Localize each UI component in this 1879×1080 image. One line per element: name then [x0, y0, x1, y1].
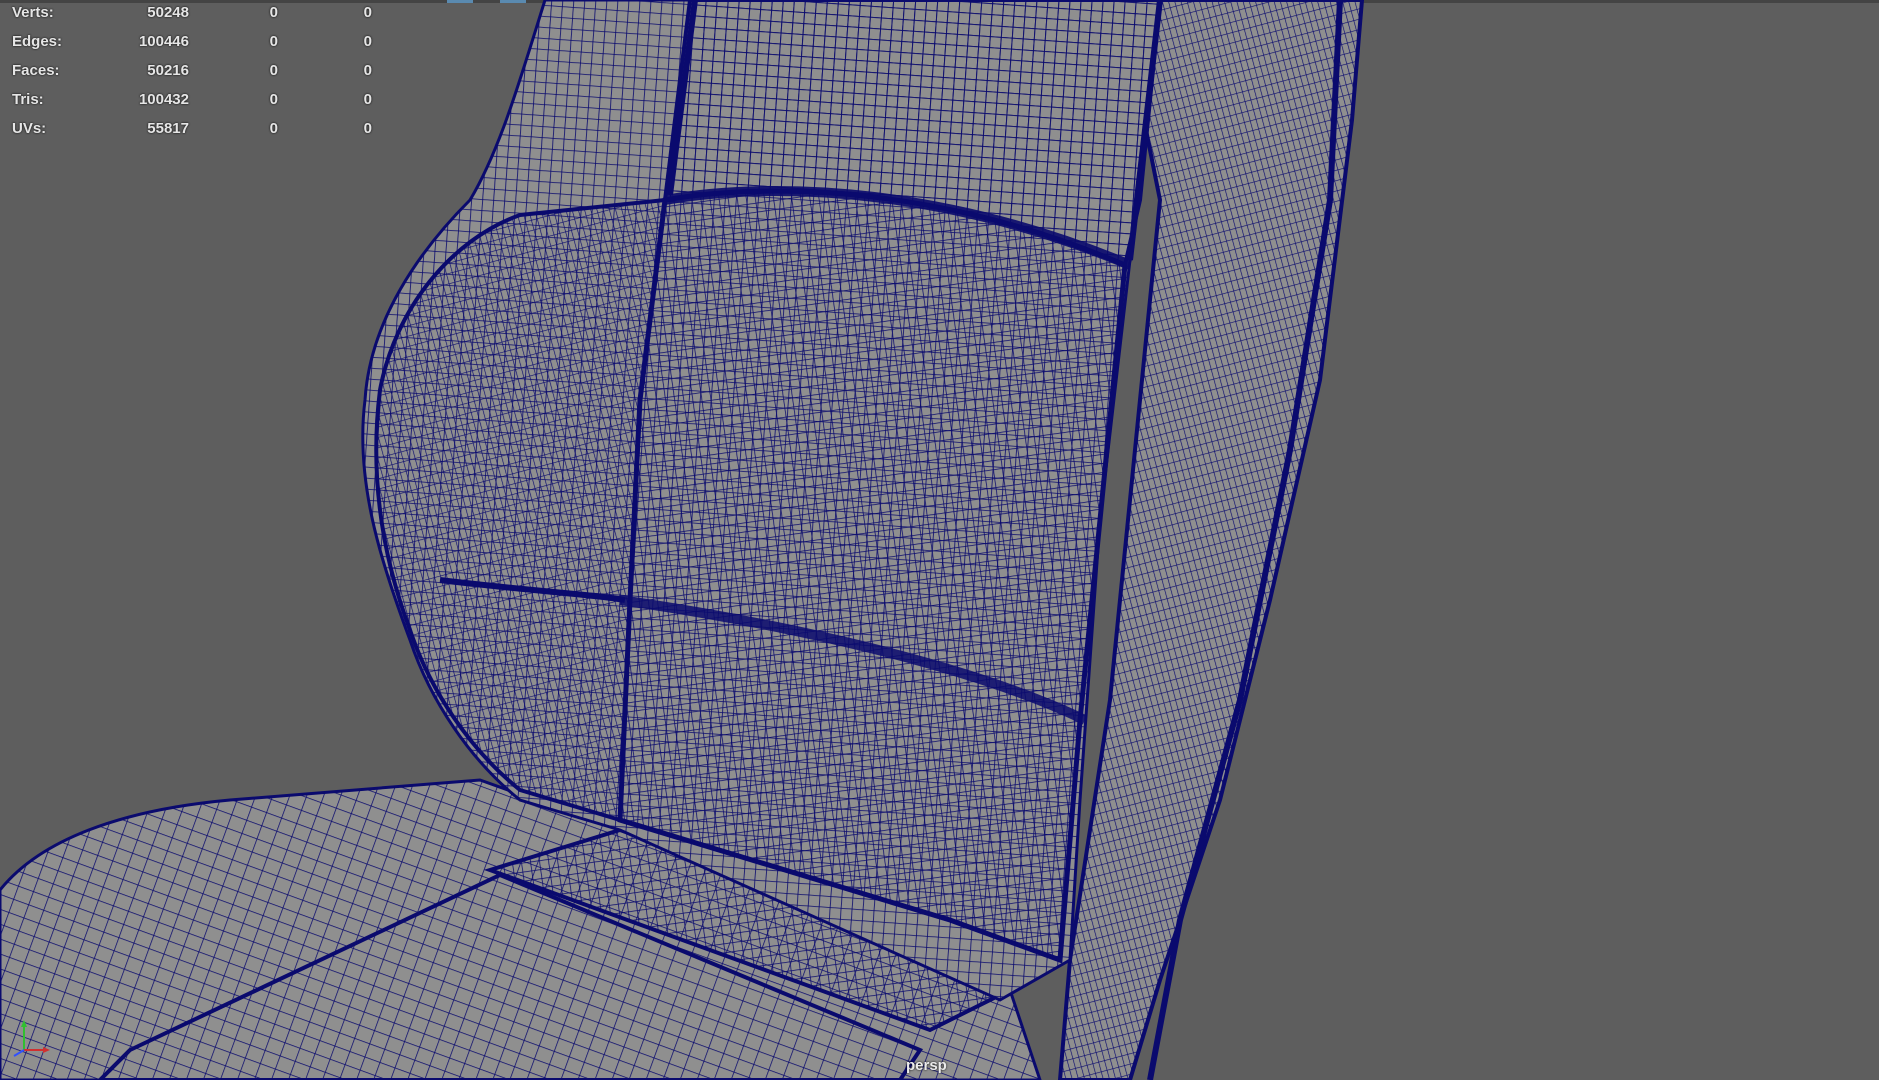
hud-selected-value: 0	[269, 120, 278, 137]
hud-component-value: 0	[363, 91, 372, 108]
hud-label: Verts:	[12, 4, 54, 21]
backrest-left-wing[interactable]	[374, 197, 668, 823]
backrest-center-panel[interactable]	[617, 186, 1132, 964]
hud-row-faces: Faces: 50216 0 0	[12, 62, 372, 91]
hud-selected-value: 0	[269, 91, 278, 108]
hud-label: Edges:	[12, 33, 63, 50]
axis-gizmo-icon	[13, 1020, 50, 1057]
seat-wireframe-mesh[interactable]	[0, 0, 1879, 1080]
hud-row-uvs: UVs: 55817 0 0	[12, 120, 372, 149]
hud-selected-value: 0	[269, 62, 278, 79]
hud-component-value: 0	[363, 4, 372, 21]
hud-total-value: 55817	[147, 120, 189, 137]
camera-name-label: persp	[906, 1057, 947, 1074]
hud-component-value: 0	[363, 33, 372, 50]
hud-total-value: 100432	[138, 91, 189, 108]
hud-row-verts: Verts: 50248 0 0	[12, 4, 372, 33]
hud-selected-value: 0	[269, 4, 278, 21]
hud-label: Tris:	[12, 91, 44, 108]
hud-total-value: 50248	[147, 4, 189, 21]
hud-label: Faces:	[12, 62, 60, 79]
hud-component-value: 0	[363, 120, 372, 137]
hud-total-value: 50216	[147, 62, 189, 79]
poly-count-hud: Verts: 50248 0 0 Edges: 100446 0 0 Faces…	[12, 4, 372, 149]
hud-selected-value: 0	[269, 33, 278, 50]
viewport-persp[interactable]: Verts: 50248 0 0 Edges: 100446 0 0 Faces…	[0, 0, 1879, 1080]
hud-label: UVs:	[12, 120, 47, 137]
hud-component-value: 0	[363, 62, 372, 79]
hud-row-tris: Tris: 100432 0 0	[12, 91, 372, 120]
hud-row-edges: Edges: 100446 0 0	[12, 33, 372, 62]
hud-total-value: 100446	[138, 33, 189, 50]
